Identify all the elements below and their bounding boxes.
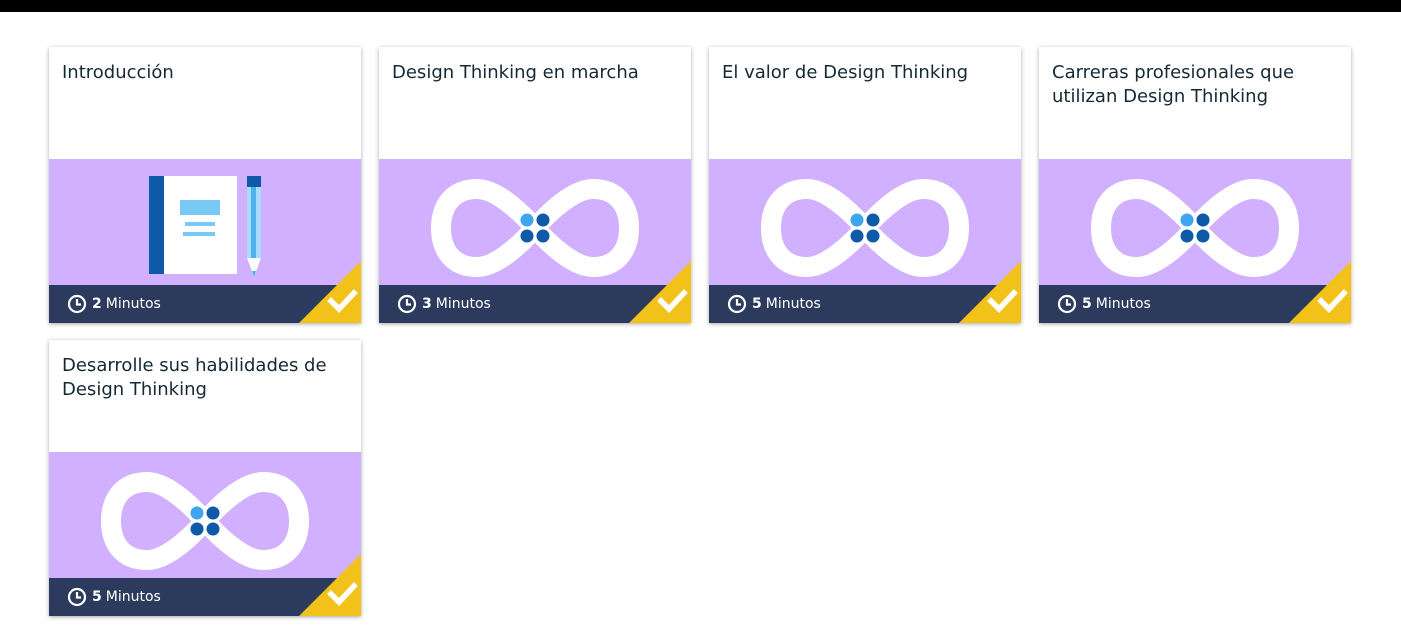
duration-unit: Minutos	[105, 589, 161, 605]
completed-check-icon	[959, 261, 1021, 323]
duration: 5 Minutos	[67, 587, 161, 607]
clock-icon	[727, 294, 747, 314]
duration-value: 3	[422, 296, 432, 312]
module-card-el-valor-de-design-thinking[interactable]: El valor de Design Thinking 5 Minutos	[709, 47, 1021, 323]
module-card-introduccion[interactable]: Introducción 2 Minutos	[49, 47, 361, 323]
module-card-design-thinking-en-marcha[interactable]: Design Thinking en marcha 3 Minutos	[379, 47, 691, 323]
card-title: Introducción	[62, 62, 174, 83]
top-bar	[0, 0, 1401, 12]
duration-value: 5	[752, 296, 762, 312]
duration: 5 Minutos	[1057, 294, 1151, 314]
duration-value: 5	[92, 589, 102, 605]
clock-icon	[67, 587, 87, 607]
duration-value: 2	[92, 296, 102, 312]
duration: 3 Minutos	[397, 294, 491, 314]
completed-check-icon	[1289, 261, 1351, 323]
duration-value: 5	[1082, 296, 1092, 312]
duration-unit: Minutos	[765, 296, 821, 312]
card-title: Design Thinking en marcha	[392, 62, 639, 83]
duration: 2 Minutos	[67, 294, 161, 314]
completed-check-icon	[629, 261, 691, 323]
card-title: Carreras profesionales que utilizan Desi…	[1052, 62, 1295, 107]
card-title: Desarrolle sus habilidades de Design Thi…	[62, 355, 327, 400]
clock-icon	[1057, 294, 1077, 314]
card-title: El valor de Design Thinking	[722, 62, 969, 83]
completed-check-icon	[299, 554, 361, 616]
duration: 5 Minutos	[727, 294, 821, 314]
module-card-carreras-profesionales[interactable]: Carreras profesionales que utilizan Desi…	[1039, 47, 1351, 323]
duration-unit: Minutos	[1095, 296, 1151, 312]
completed-check-icon	[299, 261, 361, 323]
duration-unit: Minutos	[435, 296, 491, 312]
duration-unit: Minutos	[105, 296, 161, 312]
clock-icon	[397, 294, 417, 314]
clock-icon	[67, 294, 87, 314]
module-card-desarrolle-sus-habilidades[interactable]: Desarrolle sus habilidades de Design Thi…	[49, 340, 361, 616]
